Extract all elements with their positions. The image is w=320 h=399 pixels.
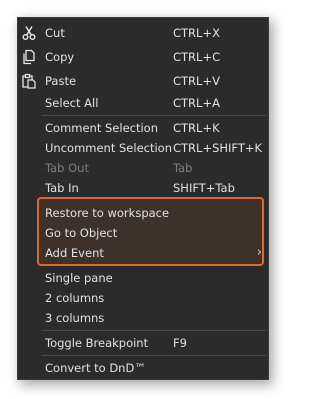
menu-item-3-columns[interactable]: 3 columns <box>18 308 268 328</box>
menu-separator <box>42 330 266 331</box>
menu-item-label: Comment Selection <box>45 121 158 135</box>
menu-item-cut[interactable]: Cut CTRL+X <box>18 23 268 43</box>
copy-icon <box>21 49 37 65</box>
menu-item-label: Cut <box>45 26 65 40</box>
menu-item-label: Uncomment Selection <box>45 141 172 155</box>
menu-item-label: Convert to DnD™ <box>45 361 146 375</box>
menu-separator <box>42 115 266 116</box>
menu-item-tab-in[interactable]: Tab In SHIFT+Tab <box>18 178 268 198</box>
menu-item-2-columns[interactable]: 2 columns <box>18 288 268 308</box>
menu-item-label: Select All <box>45 96 99 110</box>
menu-item-shortcut: CTRL+A <box>173 96 220 110</box>
menu-item-shortcut: CTRL+C <box>173 50 221 64</box>
menu-item-label: Go to Object <box>45 226 118 240</box>
menu-item-label: Single pane <box>45 271 113 285</box>
menu-item-shortcut: CTRL+V <box>173 74 220 88</box>
menu-item-shortcut: F9 <box>173 336 187 350</box>
menu-item-restore-to-workspace[interactable]: Restore to workspace <box>18 203 268 223</box>
menu-item-comment-selection[interactable]: Comment Selection CTRL+K <box>18 118 268 138</box>
scissors-icon <box>21 25 37 41</box>
menu-item-shortcut: Tab <box>173 161 193 175</box>
menu-item-tab-out: Tab Out Tab <box>18 158 268 178</box>
menu-item-shortcut: CTRL+K <box>173 121 220 135</box>
screenshot-stage: Cut CTRL+X Copy CTRL+C Paste CTRL+V Sele… <box>0 0 286 399</box>
menu-item-go-to-object[interactable]: Go to Object <box>18 223 268 243</box>
paste-icon <box>21 73 37 89</box>
menu-item-paste[interactable]: Paste CTRL+V <box>18 71 268 91</box>
menu-item-shortcut: CTRL+SHIFT+K <box>173 141 263 155</box>
menu-item-label: 2 columns <box>45 291 105 305</box>
menu-item-uncomment-selection[interactable]: Uncomment Selection CTRL+SHIFT+K <box>18 138 268 158</box>
menu-separator <box>42 355 266 356</box>
menu-item-copy[interactable]: Copy CTRL+C <box>18 47 268 67</box>
menu-item-label: Add Event <box>45 246 104 260</box>
menu-item-select-all[interactable]: Select All CTRL+A <box>18 93 268 113</box>
menu-item-toggle-breakpoint[interactable]: Toggle Breakpoint F9 <box>18 333 268 353</box>
menu-item-label: Tab Out <box>45 161 89 175</box>
chevron-right-icon: › <box>256 245 262 260</box>
menu-item-label: Copy <box>45 50 75 64</box>
menu-item-single-pane[interactable]: Single pane <box>18 268 268 288</box>
menu-item-label: 3 columns <box>45 311 105 325</box>
menu-item-label: Tab In <box>45 181 79 195</box>
menu-item-shortcut: CTRL+X <box>173 26 220 40</box>
menu-item-label: Toggle Breakpoint <box>45 336 149 350</box>
menu-item-shortcut: SHIFT+Tab <box>173 181 235 195</box>
menu-item-convert-to-dnd[interactable]: Convert to DnD™ <box>18 358 268 378</box>
menu-item-label: Restore to workspace <box>45 206 170 220</box>
menu-item-add-event[interactable]: Add Event › <box>18 243 268 263</box>
menu-item-label: Paste <box>45 74 77 88</box>
context-menu: Cut CTRL+X Copy CTRL+C Paste CTRL+V Sele… <box>17 17 269 380</box>
